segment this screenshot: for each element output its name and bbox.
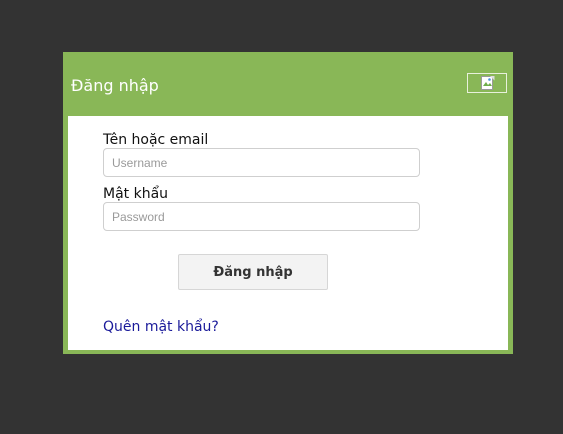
forgot-password-link[interactable]: Quên mật khẩu? bbox=[103, 319, 219, 335]
close-button[interactable] bbox=[467, 73, 507, 93]
login-dialog: Đăng nhập Tên hoặc email Mật khẩu Đăng n… bbox=[63, 52, 513, 354]
dialog-header: Đăng nhập bbox=[63, 52, 513, 116]
dialog-body: Tên hoặc email Mật khẩu Đăng nhập Quên m… bbox=[68, 116, 508, 350]
login-button[interactable]: Đăng nhập bbox=[178, 254, 328, 290]
password-label: Mật khẩu bbox=[103, 186, 169, 202]
username-label: Tên hoặc email bbox=[103, 132, 209, 148]
username-input[interactable] bbox=[103, 148, 420, 177]
dialog-title: Đăng nhập bbox=[71, 76, 159, 95]
broken-image-icon bbox=[481, 76, 495, 90]
password-input[interactable] bbox=[103, 202, 420, 231]
